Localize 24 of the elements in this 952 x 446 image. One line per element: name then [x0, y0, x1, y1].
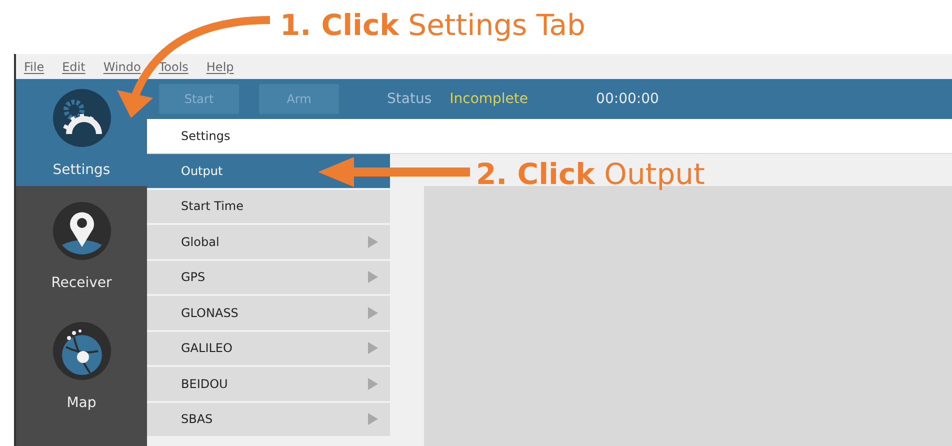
sidebar-tab[interactable]: Settings — [16, 79, 147, 186]
settings-list-item[interactable]: Start Time — [147, 190, 390, 223]
settings-list-item[interactable]: SBAS — [147, 402, 390, 436]
menu-item[interactable]: Edit — [62, 60, 86, 74]
gears-icon — [52, 88, 112, 148]
globe-icon — [52, 321, 112, 381]
settings-list-item[interactable]: GPS — [147, 260, 390, 294]
menu-item[interactable]: File — [24, 60, 44, 74]
settings-list-item[interactable]: BEIDOU — [147, 367, 390, 400]
settings-list-item[interactable]: Global — [147, 225, 390, 258]
settings-list-item[interactable]: GALILEO — [147, 332, 390, 365]
location-pin-icon — [52, 201, 112, 261]
section-header: Settings — [181, 129, 230, 143]
menu-item[interactable]: Help — [206, 60, 234, 74]
sidebar-tab[interactable]: Receiver — [16, 186, 147, 306]
timer: 00:00:00 — [596, 91, 659, 107]
status-label: Status — [387, 91, 432, 107]
settings-list-item[interactable]: GLONASS — [147, 296, 390, 330]
annotation-text: 2. Click Output — [476, 157, 705, 191]
annotation-text: 1. Click Settings Tab — [280, 8, 586, 42]
status-value: Incomplete — [450, 91, 528, 107]
menu-item[interactable]: Tools — [158, 60, 188, 74]
sidebar-tab[interactable]: Map — [16, 306, 147, 426]
menu-item[interactable]: Windo — [103, 60, 141, 74]
